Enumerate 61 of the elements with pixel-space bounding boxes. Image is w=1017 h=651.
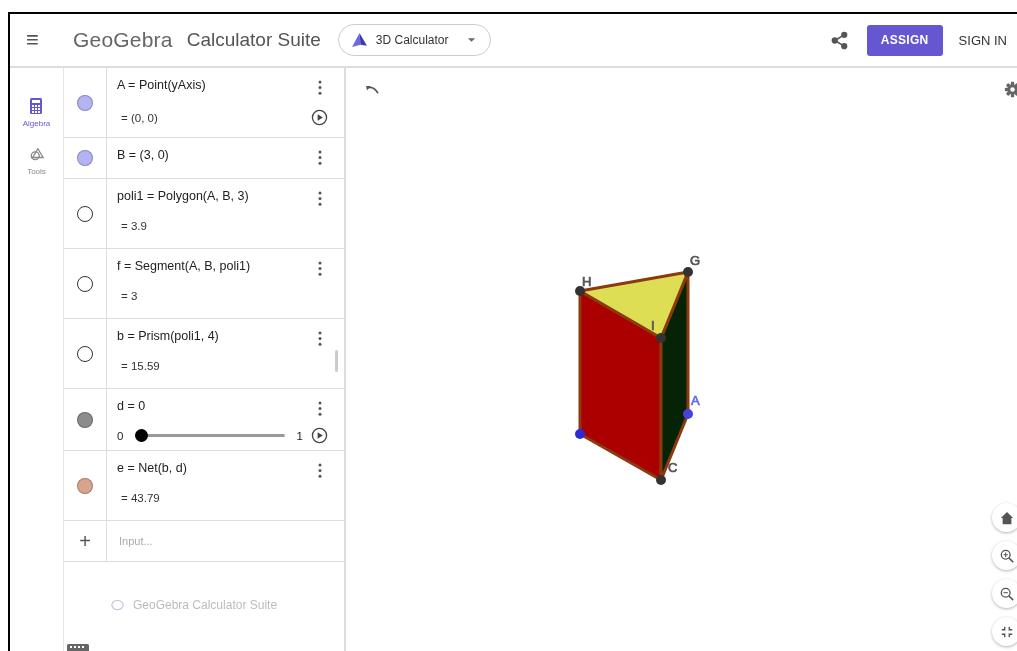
definition-text[interactable]: b = Prism(poli1, 4) [117,329,219,343]
definition-text[interactable]: poli1 = Polygon(A, B, 3) [117,189,249,203]
sign-in-button[interactable]: SIGN IN [958,28,1007,52]
slider-max: 1 [296,429,303,442]
zoom-out-icon [999,586,1014,601]
rail-tab[interactable]: Algebra [22,98,51,128]
prism-drawing[interactable] [575,267,693,485]
point-label: H [582,274,592,289]
rail-tab[interactable]: Tools [27,146,46,176]
exit-fullscreen-button[interactable] [992,617,1017,646]
definition-text[interactable]: d = 0 [117,399,146,413]
more-menu-icon[interactable] [318,401,322,416]
value-text: = 15.59 [121,360,160,372]
assign-button[interactable]: ASSIGN [866,24,943,56]
more-menu-icon[interactable] [318,331,322,346]
undo-icon[interactable] [365,85,380,96]
add-icon[interactable]: + [79,531,91,551]
home-button[interactable] [992,503,1017,532]
visibility-toggle[interactable] [77,345,93,362]
visibility-toggle[interactable] [77,205,93,222]
more-menu-icon[interactable] [318,80,322,95]
keyboard-icon[interactable] [67,644,89,651]
calculator-icon [29,98,44,114]
settings-icon[interactable] [1004,81,1017,98]
value-text: = 3 [121,290,138,302]
more-menu-icon[interactable] [318,463,322,478]
shapes-icon [29,146,44,162]
caret-icon [466,37,476,43]
definition-text[interactable]: e = Net(b, d) [117,461,187,475]
play-icon[interactable] [311,109,328,126]
more-menu-icon[interactable] [318,261,322,276]
value-text: = 43.79 [121,492,160,504]
zoom-out-button[interactable] [992,579,1017,608]
app-switcher[interactable]: 3D Calculator [337,24,491,56]
brand-text: GeoGebra Calculator Suite [133,597,278,612]
point-label: I [651,318,655,333]
scrollbar[interactable] [335,350,338,372]
more-menu-icon[interactable] [318,150,322,165]
more-menu-icon[interactable] [318,191,322,206]
app-title: Calculator Suite [186,29,321,51]
visibility-toggle[interactable] [77,275,93,292]
home-icon [999,510,1014,525]
logo: GeoGebra [73,28,173,52]
definition-text[interactable]: f = Segment(A, B, poli1) [117,259,251,273]
point-label: A [691,393,700,408]
pyramid-icon [350,31,368,49]
point-label: G [690,253,701,268]
definition-text[interactable]: B = (3, 0) [117,148,169,162]
slider-thumb[interactable] [135,429,149,442]
menu-icon[interactable]: ≡ [26,29,46,51]
value-text: = (0, 0) [121,111,158,124]
slider-min: 0 [117,429,124,442]
point-label: C [668,460,678,475]
share-icon[interactable] [829,30,849,50]
collapse-icon [1000,625,1013,638]
value-text: = 3.9 [121,220,147,232]
zoom-in-button[interactable] [992,541,1017,570]
logo-icon [110,597,125,612]
zoom-in-icon [999,548,1014,563]
definition-text[interactable]: A = Point(yAxis) [117,78,206,92]
play-icon[interactable] [311,427,328,444]
